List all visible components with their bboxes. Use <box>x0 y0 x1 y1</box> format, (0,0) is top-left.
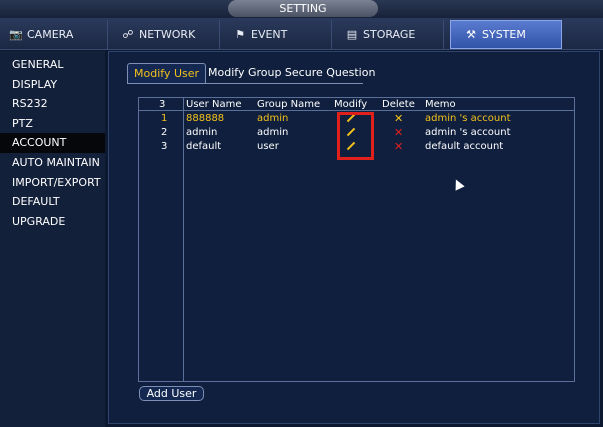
tab-label: CAMERA <box>27 28 74 41</box>
header-user-name: User Name <box>186 99 242 110</box>
delete-icon[interactable]: ✕ <box>394 126 403 139</box>
row-memo: admin 's account <box>425 113 511 124</box>
row-memo: default account <box>425 141 504 152</box>
row-group-name: admin <box>257 127 289 138</box>
tab-camera[interactable]: 📷 CAMERA <box>8 20 108 49</box>
header-modify: Modify <box>334 99 368 110</box>
sidebar-item-display[interactable]: DISPLAY <box>0 75 105 95</box>
event-icon: ⚑ <box>235 28 245 41</box>
tab-modify-user[interactable]: Modify User <box>127 63 207 83</box>
tab-label: EVENT <box>251 28 288 41</box>
tab-storage[interactable]: ▤ STORAGE <box>344 20 444 49</box>
sidebar: GENERAL DISPLAY RS232 PTZ ACCOUNT AUTO M… <box>0 51 105 427</box>
camera-icon: 📷 <box>9 28 23 41</box>
system-icon: ⚒ <box>466 28 476 41</box>
sidebar-item-import-export[interactable]: IMPORT/EXPORT <box>0 173 105 193</box>
main-tabs: 📷 CAMERA ☍ NETWORK ⚑ EVENT ▤ STORAGE ⚒ S… <box>0 18 603 50</box>
sidebar-item-auto-maintain[interactable]: AUTO MAINTAIN <box>0 153 105 173</box>
header-memo: Memo <box>425 99 456 110</box>
row-memo: admin 's account <box>425 127 511 138</box>
sidebar-item-account[interactable]: ACCOUNT <box>0 133 105 153</box>
header-group-name: Group Name <box>257 99 321 110</box>
content-panel: Modify User Modify Group Secure Question… <box>108 51 600 424</box>
delete-icon[interactable]: ✕ <box>394 112 403 125</box>
storage-icon: ▤ <box>346 28 358 41</box>
sidebar-item-general[interactable]: GENERAL <box>0 55 105 75</box>
tab-label: NETWORK <box>139 28 196 41</box>
tab-event[interactable]: ⚑ EVENT <box>232 20 332 49</box>
add-user-button[interactable]: Add User <box>139 386 204 401</box>
delete-icon[interactable]: ✕ <box>394 140 403 153</box>
network-icon: ☍ <box>122 28 134 41</box>
header-delete: Delete <box>382 99 415 110</box>
modify-column-highlight <box>337 112 374 160</box>
sidebar-item-rs232[interactable]: RS232 <box>0 94 105 114</box>
tab-label: STORAGE <box>363 28 416 41</box>
sidebar-item-default[interactable]: DEFAULT <box>0 192 105 212</box>
tab-label: SYSTEM <box>482 28 526 41</box>
row-group-name: admin <box>257 113 289 124</box>
tab-network[interactable]: ☍ NETWORK <box>120 20 220 49</box>
title-bar: SETTING <box>0 0 603 18</box>
row-user-name: 888888 <box>186 113 225 124</box>
sidebar-item-upgrade[interactable]: UPGRADE <box>0 212 105 232</box>
row-group-name: user <box>257 141 279 152</box>
tab-system[interactable]: ⚒ SYSTEM <box>450 20 562 49</box>
window-title: SETTING <box>228 0 378 17</box>
subtab-divider <box>127 83 363 84</box>
row-index: 3 <box>161 141 168 152</box>
table-header: 3 User Name Group Name Modify Delete Mem… <box>139 98 574 111</box>
row-user-name: admin <box>186 127 218 138</box>
row-user-name: default <box>186 141 222 152</box>
tab-modify-group-secure-question[interactable]: Modify Group Secure Question <box>202 63 381 83</box>
sidebar-item-ptz[interactable]: PTZ <box>0 114 105 134</box>
user-count: 3 <box>159 99 166 110</box>
row-index: 2 <box>161 127 168 138</box>
row-index: 1 <box>161 113 168 124</box>
